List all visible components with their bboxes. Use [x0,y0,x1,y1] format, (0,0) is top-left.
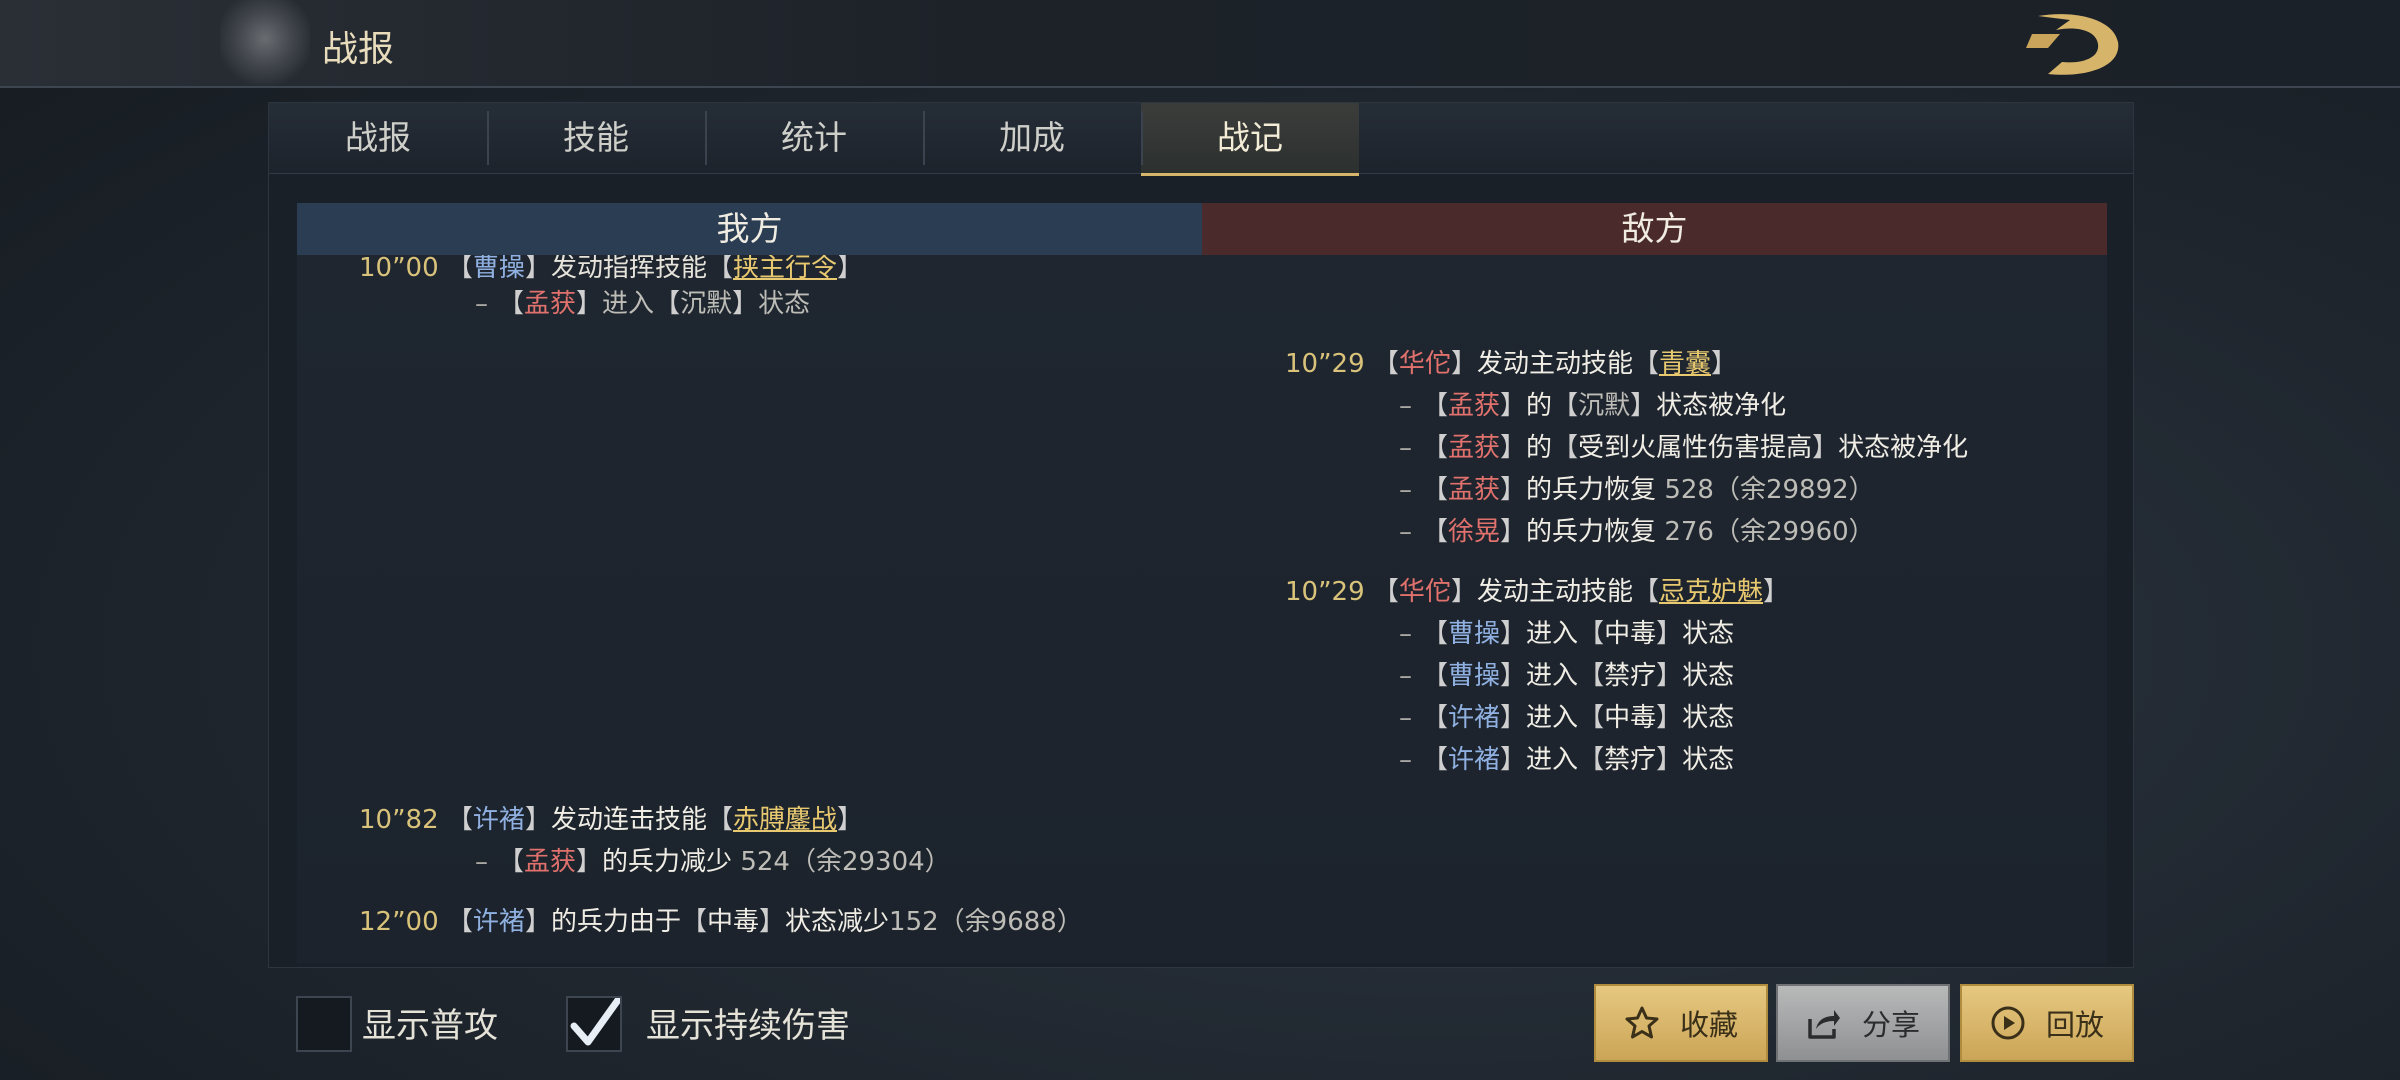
log-detail-enemy-1b: – 【孟获】的【受到火属性伤害提高】状态被净化 [1399,433,1969,463]
log-entry-mine-2: 10”82 【许褚】发动连击技能【赤膊鏖战】 [359,805,864,835]
share-icon [1808,1010,1840,1039]
show-dot-label: 显示持续伤害 [646,1006,850,1046]
log-detail-enemy-2c: – 【许褚】进入【中毒】状态 [1399,703,1735,733]
log-detail-mine-2a: – 【孟获】的兵力减少 524（余29304） [475,847,951,877]
battle-log-scroll[interactable]: 10”00 【曹操】发动指挥技能【挟主行令】 我方 敌方 – 【孟获】进入【沉默】… [297,203,2107,963]
log-detail-enemy-2a: – 【曹操】进入【中毒】状态 [1399,619,1735,649]
tab-battle-log[interactable]: 战记 [1141,103,1359,176]
battle-report-panel: 战报 技能 统计 加成 战记 10”00 【曹操】发动指挥技能【挟主行令】 我方… [268,102,2134,968]
replay-button[interactable]: 回放 [1960,984,2134,1062]
show-normal-attack-label: 显示普攻 [362,1006,498,1046]
show-normal-attack-checkbox[interactable] [296,996,352,1052]
favorite-button[interactable]: 收藏 [1594,984,1768,1062]
side-header-mine: 我方 [297,203,1202,255]
log-detail-enemy-1a: – 【孟获】的【沉默】状态被净化 [1399,391,1787,421]
play-circle-icon [1991,1006,2025,1040]
log-detail-enemy-1d: – 【徐晃】的兵力恢复 276（余29960） [1399,517,1875,547]
log-detail-enemy-1c: – 【孟获】的兵力恢复 528（余29892） [1399,475,1875,505]
dragon-emblem-icon [220,0,310,86]
share-button[interactable]: 分享 [1776,984,1950,1062]
tab-report[interactable]: 战报 [269,103,487,173]
replay-label: 回放 [2045,1008,2104,1042]
tab-statistics[interactable]: 统计 [705,103,923,173]
log-entry-mine-3: 12”00 【许褚】的兵力由于【中毒】状态减少152（余9688） [359,907,1083,937]
share-label: 分享 [1861,1008,1920,1042]
checkmark-icon [570,996,622,1046]
log-detail-enemy-2d: – 【许褚】进入【禁疗】状态 [1399,745,1735,775]
tab-bar: 战报 技能 统计 加成 战记 [269,103,2133,176]
log-detail-enemy-2b: – 【曹操】进入【禁疗】状态 [1399,661,1735,691]
top-header: 战报 [0,0,2400,88]
tab-bonus[interactable]: 加成 [923,103,1141,173]
show-dot-checkbox[interactable] [566,996,622,1052]
tab-skills[interactable]: 技能 [487,103,705,173]
side-header-enemy: 敌方 [1202,203,2107,255]
favorite-label: 收藏 [1679,1008,1738,1042]
log-entry-enemy-2: 10”29 【华佗】发动主动技能【忌克妒魅】 [1285,577,1790,607]
star-icon [1625,1006,1659,1039]
page-title: 战报 [322,29,395,70]
log-detail-mine-0: – 【孟获】进入【沉默】状态 [475,289,811,319]
dragon-logo-icon [2026,14,2119,75]
log-entry-enemy-1: 10”29 【华佗】发动主动技能【青囊】 [1285,349,1738,379]
